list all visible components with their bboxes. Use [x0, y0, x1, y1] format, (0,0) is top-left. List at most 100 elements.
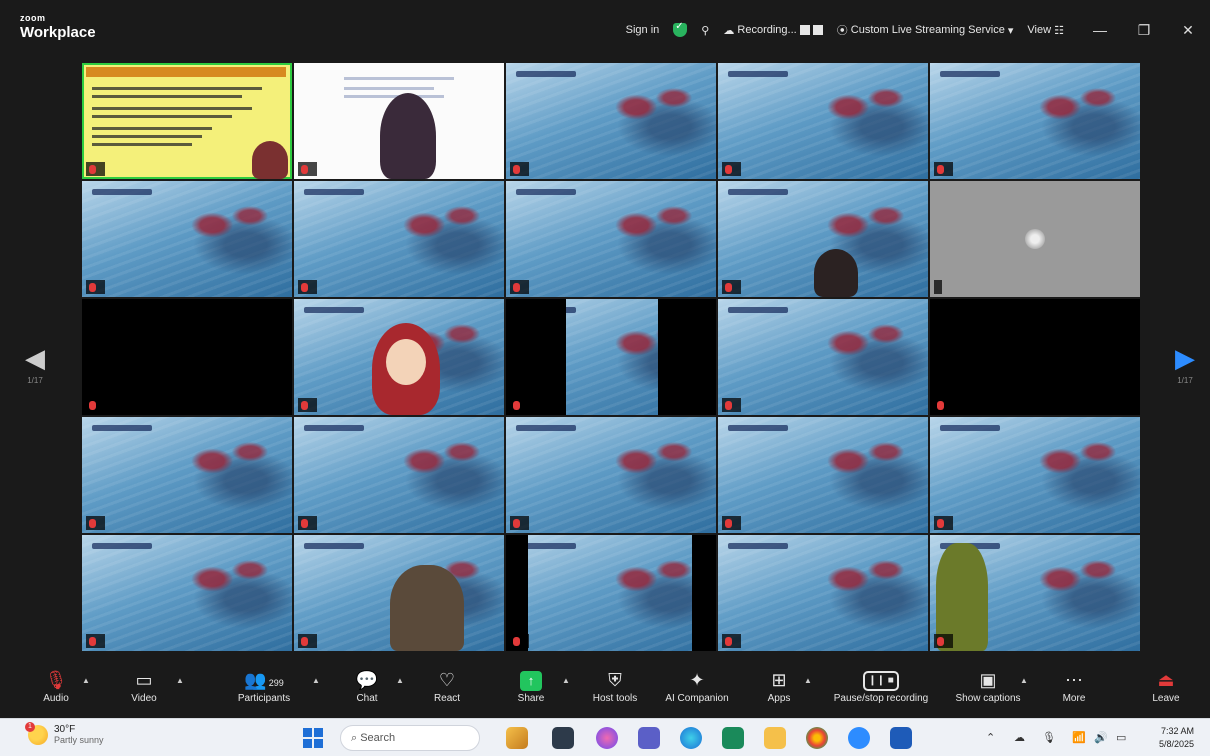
video-tile[interactable] [82, 417, 292, 533]
clock-time: 7:32 AM [1160, 726, 1194, 736]
ai-companion-button[interactable]: ✦ AI Companion [656, 668, 738, 712]
video-tile[interactable] [506, 417, 716, 533]
mic-off-icon [301, 282, 308, 292]
file-explorer-icon[interactable] [764, 727, 786, 749]
share-button[interactable]: ↑ Share [508, 668, 554, 712]
video-tile[interactable] [718, 181, 928, 297]
meeting-toolbar: 🎙 Audio ▲ ▭ Video ▲ 👥 299 Participants ▲ … [0, 662, 1210, 718]
teams-icon[interactable] [638, 727, 660, 749]
pause-recording-icon[interactable] [799, 25, 810, 35]
wifi-icon[interactable]: 📶 [1072, 719, 1086, 756]
video-button[interactable]: ▭ Video [118, 668, 170, 712]
taskview-icon[interactable] [506, 727, 528, 749]
system-clock[interactable]: 7:32 AM 5/8/2025 [1159, 725, 1194, 751]
mic-off-icon [89, 636, 96, 646]
livestream-label: Custom Live Streaming Service [850, 24, 1005, 36]
excel-icon[interactable] [722, 727, 744, 749]
view-button[interactable]: View ☷ [1027, 24, 1064, 37]
audio-options-caret[interactable]: ▲ [82, 676, 90, 685]
close-button[interactable]: ✕ [1166, 22, 1210, 39]
audio-button[interactable]: 🎙 Audio [30, 668, 82, 712]
chat-button[interactable]: 💬 Chat [344, 668, 390, 712]
participant-video [390, 565, 464, 651]
participants-options-caret[interactable]: ▲ [312, 676, 320, 685]
participants-label: Participants [237, 693, 291, 704]
video-tile[interactable] [506, 535, 716, 651]
tray-chevron-up-icon[interactable]: ⌃ [986, 719, 995, 756]
captions-options-caret[interactable]: ▲ [1020, 676, 1028, 685]
next-page-button[interactable]: ▶ 1/17 [1168, 344, 1202, 385]
video-tile[interactable] [718, 535, 928, 651]
sign-in-link[interactable]: Sign in [626, 24, 660, 36]
share-screen-icon: ↑ [520, 671, 542, 692]
host-tools-button[interactable]: ⛨ Host tools [586, 668, 644, 712]
video-tile[interactable] [294, 417, 504, 533]
video-tile[interactable] [506, 181, 716, 297]
react-button[interactable]: ♡ React [424, 668, 470, 712]
participants-button[interactable]: 👥 299 Participants [228, 668, 300, 712]
minimize-button[interactable]: — [1078, 22, 1122, 38]
mic-off-icon [937, 164, 944, 174]
video-tile[interactable] [82, 299, 292, 415]
taskbar-search[interactable]: ⌕ Search [340, 725, 480, 751]
livestream-status[interactable]: ⦿ Custom Live Streaming Service ▾ [837, 22, 1014, 38]
zoom-taskbar-icon[interactable] [848, 727, 870, 749]
leave-button[interactable]: ⏏ Leave [1144, 668, 1188, 712]
captions-label: Show captions [955, 693, 1021, 704]
restore-button[interactable]: ❐ [1122, 22, 1166, 39]
security-shield-icon[interactable] [673, 21, 688, 37]
video-tile[interactable] [82, 181, 292, 297]
video-tile[interactable] [294, 535, 504, 651]
widgets-icon[interactable] [552, 727, 574, 749]
video-tile[interactable] [718, 63, 928, 179]
video-tile[interactable] [82, 63, 292, 179]
more-button[interactable]: ⋯ More [1052, 668, 1096, 712]
mic-off-icon [89, 282, 96, 292]
cloud-sync-icon[interactable]: ☁ [1014, 719, 1025, 756]
apps-button[interactable]: ⊞ Apps [756, 668, 802, 712]
mic-off-icon [513, 636, 520, 646]
video-tile[interactable] [294, 299, 504, 415]
edge-icon[interactable] [680, 727, 702, 749]
weather-widget[interactable]: 30°F Partly sunny [25, 721, 104, 745]
video-tile[interactable] [930, 181, 1140, 297]
page-count-left: 1/17 [27, 376, 43, 385]
recording-status[interactable]: ☁ Recording... [723, 24, 823, 37]
recording-label: Recording... [737, 24, 797, 36]
pause-stop-recording-button[interactable]: ❙❙ ■ Pause/stop recording [822, 668, 940, 712]
mic-off-icon [725, 400, 732, 410]
mic-off-icon [725, 282, 732, 292]
video-tile[interactable] [718, 417, 928, 533]
chat-options-caret[interactable]: ▲ [396, 676, 404, 685]
search-icon: ⌕ [351, 732, 361, 744]
word-icon[interactable] [890, 727, 912, 749]
previous-page-button[interactable]: ◀ 1/17 [18, 344, 52, 385]
video-tile[interactable] [294, 63, 504, 179]
zoom-window: zoom Workplace Sign in ⚲ ☁ Recording... … [0, 0, 1210, 756]
mic-off-icon [725, 518, 732, 528]
video-tile[interactable] [930, 299, 1140, 415]
mic-off-icon [937, 636, 944, 646]
video-options-caret[interactable]: ▲ [176, 676, 184, 685]
copilot-icon[interactable] [596, 727, 618, 749]
video-tile[interactable] [506, 299, 716, 415]
chrome-icon[interactable] [806, 727, 828, 749]
video-tile[interactable] [294, 181, 504, 297]
video-tile[interactable] [506, 63, 716, 179]
apps-options-caret[interactable]: ▲ [804, 676, 812, 685]
share-options-caret[interactable]: ▲ [562, 676, 570, 685]
video-tile[interactable] [82, 535, 292, 651]
battery-icon[interactable]: ▭ [1116, 719, 1126, 756]
stop-recording-icon[interactable] [812, 25, 823, 35]
volume-icon[interactable]: 🔊 [1094, 719, 1108, 756]
brand-big: Workplace [20, 24, 96, 41]
video-tile[interactable] [930, 535, 1140, 651]
mic-tray-icon[interactable]: 🎙 [1042, 719, 1056, 756]
connection-icon[interactable]: ⚲ [701, 24, 709, 37]
windows-start-icon[interactable] [303, 728, 323, 748]
show-captions-button[interactable]: ▣ Show captions [950, 668, 1026, 712]
mic-off-icon [513, 282, 520, 292]
video-tile[interactable] [718, 299, 928, 415]
video-tile[interactable] [930, 63, 1140, 179]
video-tile[interactable] [930, 417, 1140, 533]
